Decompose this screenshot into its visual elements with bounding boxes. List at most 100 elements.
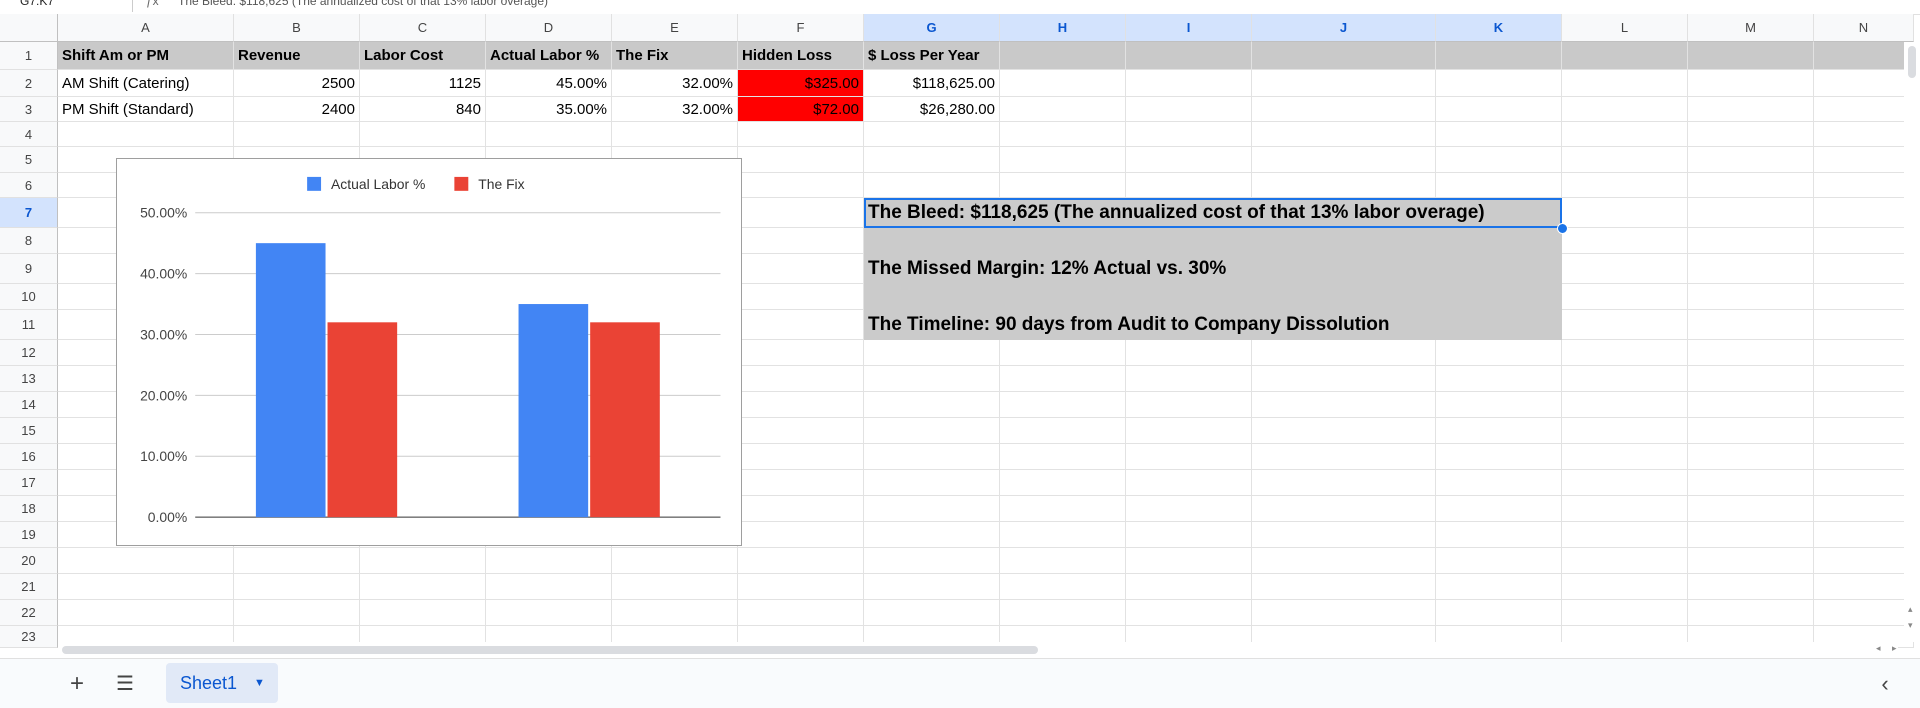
column-header[interactable]: H bbox=[1000, 14, 1126, 42]
grid-cell[interactable] bbox=[1562, 173, 1688, 198]
row-header[interactable]: 17 bbox=[0, 470, 58, 496]
column-header[interactable]: N bbox=[1814, 14, 1914, 42]
row-header[interactable]: 1 bbox=[0, 42, 58, 70]
grid-cell[interactable] bbox=[1562, 310, 1688, 340]
table-header-cell[interactable]: Actual Labor % bbox=[486, 42, 612, 70]
row-header[interactable]: 9 bbox=[0, 254, 58, 284]
grid-cell[interactable] bbox=[738, 600, 864, 626]
grid-cell[interactable] bbox=[1436, 548, 1562, 574]
row-header[interactable]: 2 bbox=[0, 70, 58, 97]
grid-cell[interactable] bbox=[1814, 228, 1914, 254]
grid-cell[interactable] bbox=[864, 444, 1000, 470]
grid-cell[interactable] bbox=[738, 574, 864, 600]
grid-cell[interactable] bbox=[864, 600, 1000, 626]
grid-cell[interactable] bbox=[1688, 228, 1814, 254]
grid-cell[interactable] bbox=[864, 147, 1000, 173]
grid-cell[interactable] bbox=[360, 600, 486, 626]
table-cell[interactable]: 840 bbox=[360, 97, 486, 122]
grid-cell[interactable] bbox=[1814, 470, 1914, 496]
grid-cell[interactable] bbox=[1436, 418, 1562, 444]
grid-cell[interactable] bbox=[1000, 97, 1126, 122]
grid-cell[interactable] bbox=[1252, 522, 1436, 548]
grid-cell[interactable] bbox=[1814, 522, 1914, 548]
grid-cell[interactable] bbox=[864, 340, 1000, 366]
grid-cell[interactable] bbox=[864, 122, 1000, 147]
table-cell[interactable]: 35.00% bbox=[486, 97, 612, 122]
grid-cell[interactable] bbox=[1252, 574, 1436, 600]
grid-cell[interactable] bbox=[1436, 366, 1562, 392]
grid-cell[interactable] bbox=[1252, 444, 1436, 470]
row-header[interactable]: 14 bbox=[0, 392, 58, 418]
grid-cell[interactable] bbox=[1436, 444, 1562, 470]
grid-cell[interactable] bbox=[1252, 340, 1436, 366]
grid-cell[interactable] bbox=[486, 600, 612, 626]
grid-cell[interactable] bbox=[1252, 496, 1436, 522]
row-header[interactable]: 15 bbox=[0, 418, 58, 444]
sheet-tab-sheet1[interactable]: Sheet1 ▼ bbox=[166, 663, 278, 703]
column-header[interactable]: D bbox=[486, 14, 612, 42]
grid-cell[interactable] bbox=[1814, 254, 1914, 284]
grid-cell[interactable] bbox=[1126, 366, 1252, 392]
grid-cell[interactable] bbox=[1688, 418, 1814, 444]
grid-cell[interactable] bbox=[1436, 173, 1562, 198]
table-cell[interactable]: PM Shift (Standard) bbox=[58, 97, 234, 122]
grid-cell[interactable] bbox=[738, 228, 864, 254]
grid-cell[interactable] bbox=[486, 122, 612, 147]
grid-cell[interactable] bbox=[612, 122, 738, 147]
grid-cell[interactable] bbox=[1436, 470, 1562, 496]
table-cell[interactable]: 45.00% bbox=[486, 70, 612, 97]
grid-cell[interactable] bbox=[1000, 522, 1126, 548]
grid-cell[interactable] bbox=[1562, 470, 1688, 496]
column-header[interactable]: F bbox=[738, 14, 864, 42]
row-header[interactable]: 22 bbox=[0, 600, 58, 626]
grid-cell[interactable] bbox=[1814, 444, 1914, 470]
grid-cell[interactable] bbox=[1126, 548, 1252, 574]
grid-cell[interactable] bbox=[1436, 97, 1562, 122]
grid-cell[interactable] bbox=[1562, 122, 1688, 147]
grid-cell[interactable] bbox=[1126, 444, 1252, 470]
grid-cell[interactable] bbox=[864, 173, 1000, 198]
column-header[interactable]: G bbox=[864, 14, 1000, 42]
grid-cell[interactable] bbox=[1252, 470, 1436, 496]
grid-cell[interactable] bbox=[1126, 173, 1252, 198]
grid-cell[interactable] bbox=[738, 418, 864, 444]
grid-cell[interactable] bbox=[1252, 97, 1436, 122]
table-cell[interactable]: AM Shift (Catering) bbox=[58, 70, 234, 97]
grid-cell[interactable] bbox=[234, 574, 360, 600]
table-header-cell[interactable]: Shift Am or PM bbox=[58, 42, 234, 70]
table-header-cell[interactable]: The Fix bbox=[612, 42, 738, 70]
grid-cell[interactable] bbox=[1688, 366, 1814, 392]
grid-cell[interactable] bbox=[738, 522, 864, 548]
grid-cell[interactable] bbox=[1814, 147, 1914, 173]
grid-cell[interactable] bbox=[1688, 496, 1814, 522]
grid-cell[interactable] bbox=[1126, 122, 1252, 147]
grid-cell[interactable] bbox=[1562, 418, 1688, 444]
grid-cell[interactable] bbox=[486, 574, 612, 600]
grid-cell[interactable] bbox=[1562, 574, 1688, 600]
grid-cell[interactable] bbox=[1562, 340, 1688, 366]
column-header[interactable]: K bbox=[1436, 14, 1562, 42]
grid-cell[interactable] bbox=[1562, 600, 1688, 626]
grid-cell[interactable] bbox=[1000, 496, 1126, 522]
grid-cell[interactable] bbox=[1814, 340, 1914, 366]
grid-cell[interactable] bbox=[1000, 173, 1126, 198]
grid-cell[interactable] bbox=[738, 470, 864, 496]
grid-cell[interactable] bbox=[1252, 122, 1436, 147]
grid-cell[interactable] bbox=[1688, 470, 1814, 496]
hidden-loss-cell[interactable]: $325.00 bbox=[738, 70, 864, 97]
grid-cell[interactable] bbox=[1000, 392, 1126, 418]
row-header[interactable]: 7 bbox=[0, 198, 58, 228]
horizontal-scrollbar[interactable]: ◂ ▸ bbox=[58, 642, 1898, 656]
grid-cell[interactable] bbox=[1436, 147, 1562, 173]
grid-cell[interactable] bbox=[1252, 173, 1436, 198]
table-header-cell[interactable]: Revenue bbox=[234, 42, 360, 70]
grid-cell[interactable] bbox=[58, 574, 234, 600]
grid-cell[interactable] bbox=[1436, 70, 1562, 97]
grid-cell[interactable] bbox=[1814, 70, 1914, 97]
grid-cell[interactable] bbox=[1814, 198, 1914, 228]
table-cell[interactable]: 1125 bbox=[360, 70, 486, 97]
row-header[interactable]: 11 bbox=[0, 310, 58, 340]
table-header-cell[interactable]: Hidden Loss bbox=[738, 42, 864, 70]
column-header[interactable]: J bbox=[1252, 14, 1436, 42]
row-header[interactable]: 16 bbox=[0, 444, 58, 470]
